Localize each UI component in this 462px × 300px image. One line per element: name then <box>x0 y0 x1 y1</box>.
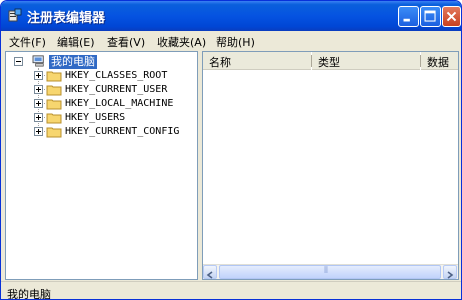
minimize-button[interactable] <box>398 6 419 27</box>
regedit-app-icon <box>8 8 22 22</box>
folder-icon <box>46 99 62 110</box>
tree-node-label[interactable]: HKEY_LOCAL_MACHINE <box>65 98 173 109</box>
column-header-label: 类型 <box>318 56 340 69</box>
tree-node-label[interactable]: HKEY_USERS <box>65 112 125 123</box>
tree-root-my-computer[interactable]: 我的电脑 <box>6 55 196 69</box>
tree-root-label[interactable]: 我的电脑 <box>49 55 97 69</box>
menu-view[interactable]: 查看(V) <box>107 34 145 50</box>
scroll-left-button[interactable] <box>203 265 217 279</box>
tree-node-hkey-users[interactable]: HKEY_USERS <box>6 111 196 125</box>
expand-icon[interactable] <box>34 71 43 80</box>
column-header-name[interactable]: 名称 <box>203 52 311 70</box>
menu-file[interactable]: 文件(F) <box>9 34 46 50</box>
chevron-left-icon <box>206 271 213 279</box>
expand-icon[interactable] <box>34 85 43 94</box>
collapse-icon[interactable] <box>14 57 23 66</box>
tree-node-label[interactable]: HKEY_CLASSES_ROOT <box>65 70 167 81</box>
tree-node-hkey-classes-root[interactable]: HKEY_CLASSES_ROOT <box>6 69 196 83</box>
folder-icon <box>46 113 62 124</box>
title-bar[interactable]: 注册表编辑器 <box>1 1 461 31</box>
minimize-icon <box>403 18 410 22</box>
maximize-button[interactable] <box>420 6 441 27</box>
scrollbar-grip: ⦀ <box>324 266 328 276</box>
scroll-right-button[interactable] <box>443 265 457 279</box>
close-button[interactable] <box>442 6 461 27</box>
folder-icon <box>46 71 62 82</box>
expand-icon[interactable] <box>34 127 43 136</box>
horizontal-scrollbar[interactable]: ⦀ <box>203 264 458 279</box>
tree-node-label[interactable]: HKEY_CURRENT_USER <box>65 84 167 95</box>
column-header-label: 数据 <box>427 56 449 69</box>
expand-icon[interactable] <box>34 113 43 122</box>
registry-editor-window: 注册表编辑器 文件(F) 编辑(E) 查看(V) 收藏夹(A) 帮助(H) 我的 <box>0 0 462 300</box>
folder-icon <box>46 85 62 96</box>
menu-edit[interactable]: 编辑(E) <box>57 34 95 50</box>
tree-node-hkey-local-machine[interactable]: HKEY_LOCAL_MACHINE <box>6 97 196 111</box>
menu-help[interactable]: 帮助(H) <box>216 34 255 50</box>
menu-bar: 文件(F) 编辑(E) 查看(V) 收藏夹(A) 帮助(H) <box>1 31 461 51</box>
column-header-type[interactable]: 类型 <box>312 52 420 70</box>
scrollbar-thumb[interactable]: ⦀ <box>219 265 441 279</box>
computer-icon <box>32 55 44 67</box>
key-tree-pane[interactable]: 我的电脑 HKEY_CLASSES_ROOT HKEY_CURRENT_USER… <box>5 51 198 280</box>
chevron-right-icon <box>447 271 454 279</box>
menu-favorites[interactable]: 收藏夹(A) <box>157 34 206 50</box>
status-path: 我的电脑 <box>7 288 51 300</box>
tree-node-hkey-current-user[interactable]: HKEY_CURRENT_USER <box>6 83 196 97</box>
tree-node-hkey-current-config[interactable]: HKEY_CURRENT_CONFIG <box>6 125 196 139</box>
folder-icon <box>46 127 62 138</box>
column-header-data[interactable]: 数据 <box>421 52 458 70</box>
expand-icon[interactable] <box>34 99 43 108</box>
maximize-icon <box>424 10 436 22</box>
status-bar: 我的电脑 <box>1 281 461 300</box>
tree-node-label[interactable]: HKEY_CURRENT_CONFIG <box>65 126 179 137</box>
close-icon <box>446 11 457 22</box>
window-title: 注册表编辑器 <box>27 11 106 26</box>
values-list-pane[interactable]: 名称 类型 数据 ⦀ <box>202 51 459 280</box>
column-header-label: 名称 <box>209 56 231 69</box>
